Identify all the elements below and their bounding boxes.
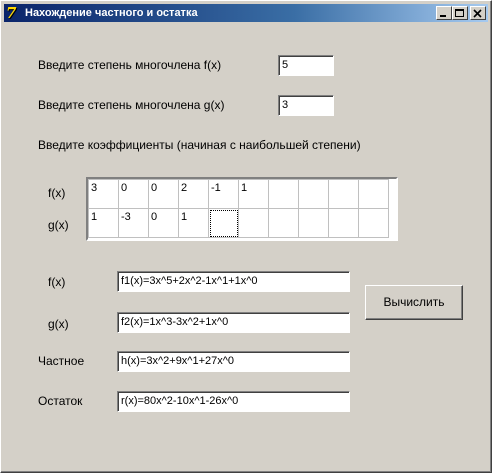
grid-cell[interactable]: [358, 208, 389, 238]
calculate-button[interactable]: Вычислить: [365, 285, 463, 320]
grid-cell[interactable]: 1: [178, 208, 209, 238]
coefficients-table: 3 0 0 2 -1 1 1 -3 0 1: [88, 179, 389, 238]
degree-f-label: Введите степень многочлена f(x): [38, 58, 222, 72]
app-window: 7 Нахождение частного и остатка Введите …: [0, 0, 492, 473]
grid-cell[interactable]: 0: [148, 179, 179, 209]
grid-cell-focused[interactable]: [208, 208, 239, 238]
maximize-icon: [455, 9, 464, 17]
grid-cell[interactable]: [238, 208, 269, 238]
degree-g-input[interactable]: 3: [278, 95, 334, 116]
app-icon: 7: [6, 4, 17, 22]
grid-row-label-f: f(x): [48, 186, 66, 200]
result-f-label: f(x): [48, 275, 66, 289]
result-g-field[interactable]: f2(x)=1x^3-3x^2+1x^0: [117, 312, 350, 333]
grid-cell[interactable]: [268, 179, 299, 209]
grid-row-g: 1 -3 0 1: [88, 208, 389, 238]
grid-cell[interactable]: 2: [178, 179, 209, 209]
minimize-icon: [440, 15, 446, 17]
degree-g-label: Введите степень многочлена g(x): [38, 98, 225, 112]
grid-cell[interactable]: 0: [148, 208, 179, 238]
close-button[interactable]: [470, 6, 486, 20]
close-icon: [473, 9, 482, 18]
grid-row-label-g: g(x): [48, 218, 69, 232]
degree-f-input[interactable]: 5: [278, 55, 334, 76]
grid-row-f: 3 0 0 2 -1 1: [88, 179, 389, 209]
grid-cell[interactable]: [358, 179, 389, 209]
window-title: Нахождение частного и остатка: [25, 7, 198, 19]
result-f-field[interactable]: f1(x)=3x^5+2x^2-1x^1+1x^0: [117, 271, 350, 292]
grid-cell[interactable]: [298, 208, 329, 238]
grid-cell[interactable]: [328, 208, 359, 238]
grid-cell[interactable]: 1: [238, 179, 269, 209]
maximize-button[interactable]: [452, 6, 468, 20]
remainder-field[interactable]: r(x)=80x^2-10x^1-26x^0: [117, 391, 350, 412]
grid-cell[interactable]: 3: [88, 179, 119, 209]
grid-cell[interactable]: -1: [208, 179, 239, 209]
grid-cell[interactable]: [328, 179, 359, 209]
coefficients-label: Введите коэффициенты (начиная с наибольш…: [38, 138, 361, 152]
grid-cell[interactable]: 0: [118, 179, 149, 209]
grid-cell[interactable]: 1: [88, 208, 119, 238]
result-g-label: g(x): [48, 317, 69, 331]
minimize-button[interactable]: [436, 6, 452, 20]
coefficients-grid[interactable]: 3 0 0 2 -1 1 1 -3 0 1: [86, 177, 398, 241]
grid-cell[interactable]: -3: [118, 208, 149, 238]
grid-cell[interactable]: [268, 208, 299, 238]
grid-cell[interactable]: [298, 179, 329, 209]
title-bar[interactable]: 7 Нахождение частного и остатка: [4, 4, 488, 22]
quotient-field[interactable]: h(x)=3x^2+9x^1+27x^0: [117, 351, 350, 372]
remainder-label: Остаток: [38, 394, 83, 408]
quotient-label: Частное: [38, 354, 85, 368]
